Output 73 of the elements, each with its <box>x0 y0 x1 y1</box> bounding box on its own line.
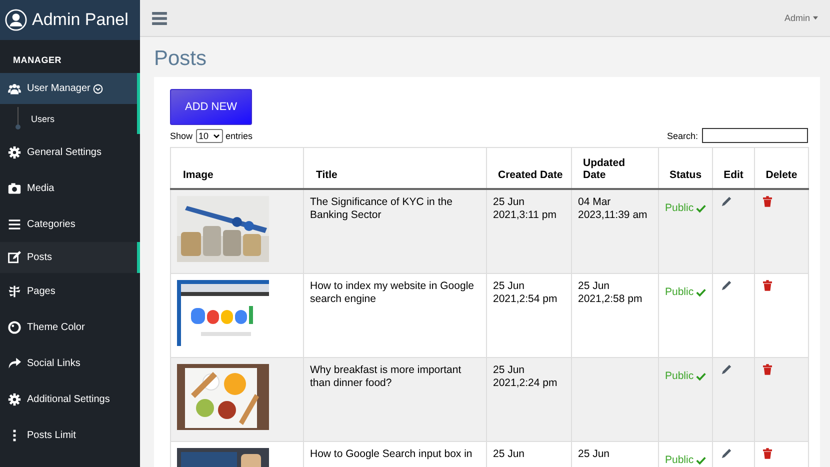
tree-line-icon <box>15 107 21 131</box>
status-label: Public <box>665 286 706 298</box>
sidebar-item[interactable]: Social Links <box>0 345 137 381</box>
created-date: 25 Jun <box>493 280 526 293</box>
trash-icon[interactable] <box>763 364 772 375</box>
column-header: Title <box>304 148 486 189</box>
status-label: Public <box>665 454 706 466</box>
post-title: Why breakfast is more important than dinner food? <box>304 358 486 442</box>
list-icon <box>8 218 21 230</box>
chevron-down-icon <box>93 84 104 94</box>
edit-icon <box>8 251 21 264</box>
section-heading: MANAGER <box>12 54 63 67</box>
created-date: 2021,2:24 pm <box>493 377 558 390</box>
page-title: Posts <box>153 46 208 72</box>
settings-icon <box>8 392 21 406</box>
entries-select[interactable]: 10 <box>196 129 223 143</box>
status-label: Public <box>665 202 706 214</box>
pencil-icon[interactable] <box>721 280 732 291</box>
user-menu[interactable]: Admin <box>784 13 818 23</box>
check-icon <box>696 288 706 296</box>
check-icon <box>696 372 706 380</box>
sidebar-item[interactable]: Pages <box>0 273 137 309</box>
search-label: Search: <box>666 130 698 140</box>
column-header: Updated Date <box>572 148 658 189</box>
column-header: Delete <box>754 148 808 189</box>
sidebar-item[interactable]: Posts Limit <box>0 417 137 453</box>
pencil-icon[interactable] <box>721 364 732 375</box>
updated-date: 2023,11:39 am <box>578 209 648 222</box>
created-date: 25 Jun <box>493 196 526 209</box>
sidebar-item[interactable]: General Settings <box>0 134 137 170</box>
post-title: The Significance of KYC in the Banking Sector <box>304 189 486 274</box>
brand-title: Admin Panel <box>32 10 128 30</box>
trash-icon[interactable] <box>763 448 772 459</box>
sidebar-item[interactable]: User Manager <box>0 73 137 104</box>
status-label: Public <box>665 370 706 382</box>
users-icon <box>8 82 21 95</box>
chevron-down-icon <box>212 134 220 138</box>
created-date: 2021,2:54 pm <box>493 293 558 306</box>
camera-icon <box>8 182 21 194</box>
post-title: How to index my website in Google search engine <box>304 274 486 358</box>
sidebar-item[interactable]: Categories <box>0 206 137 242</box>
settings-icon <box>8 146 21 158</box>
pencil-icon[interactable] <box>721 448 732 459</box>
created-date: 2021,3:11 pm <box>493 209 558 222</box>
user-avatar-icon <box>5 9 27 31</box>
show-label: Show <box>170 131 193 141</box>
updated-date: 25 Jun <box>578 280 611 293</box>
updated-date: 25 Jun <box>578 448 611 461</box>
created-date: 25 Jun <box>493 364 526 377</box>
column-header: Status <box>658 148 712 189</box>
column-header: Image <box>170 148 304 189</box>
created-date: 25 Jun <box>493 448 526 461</box>
column-header: Created Date <box>486 148 572 189</box>
sidebar-item[interactable]: Media <box>0 170 137 206</box>
column-header: Edit <box>712 148 754 189</box>
sidebar-item[interactable]: Posts <box>0 242 137 273</box>
add-new-button[interactable]: ADD NEW <box>170 89 252 125</box>
updated-date: 2021,2:58 pm <box>578 293 644 306</box>
post-title: How to Google Search input box in <box>304 442 486 467</box>
pencil-icon[interactable] <box>721 196 732 207</box>
trash-icon[interactable] <box>763 280 772 291</box>
updated-date: 04 Mar <box>578 196 612 209</box>
search-field[interactable] <box>702 128 808 143</box>
menu-icon[interactable] <box>152 12 167 24</box>
share-icon <box>8 356 21 370</box>
trash-icon[interactable] <box>763 196 772 207</box>
sidebar-item[interactable]: Theme Color <box>0 309 137 345</box>
sidebar-item[interactable]: Additional Settings <box>0 381 137 417</box>
check-icon <box>696 204 706 212</box>
sidebar-subitem[interactable]: Users <box>0 104 137 134</box>
check-icon <box>696 456 706 464</box>
caret-icon <box>813 16 818 20</box>
entries-label: entries <box>226 131 253 141</box>
